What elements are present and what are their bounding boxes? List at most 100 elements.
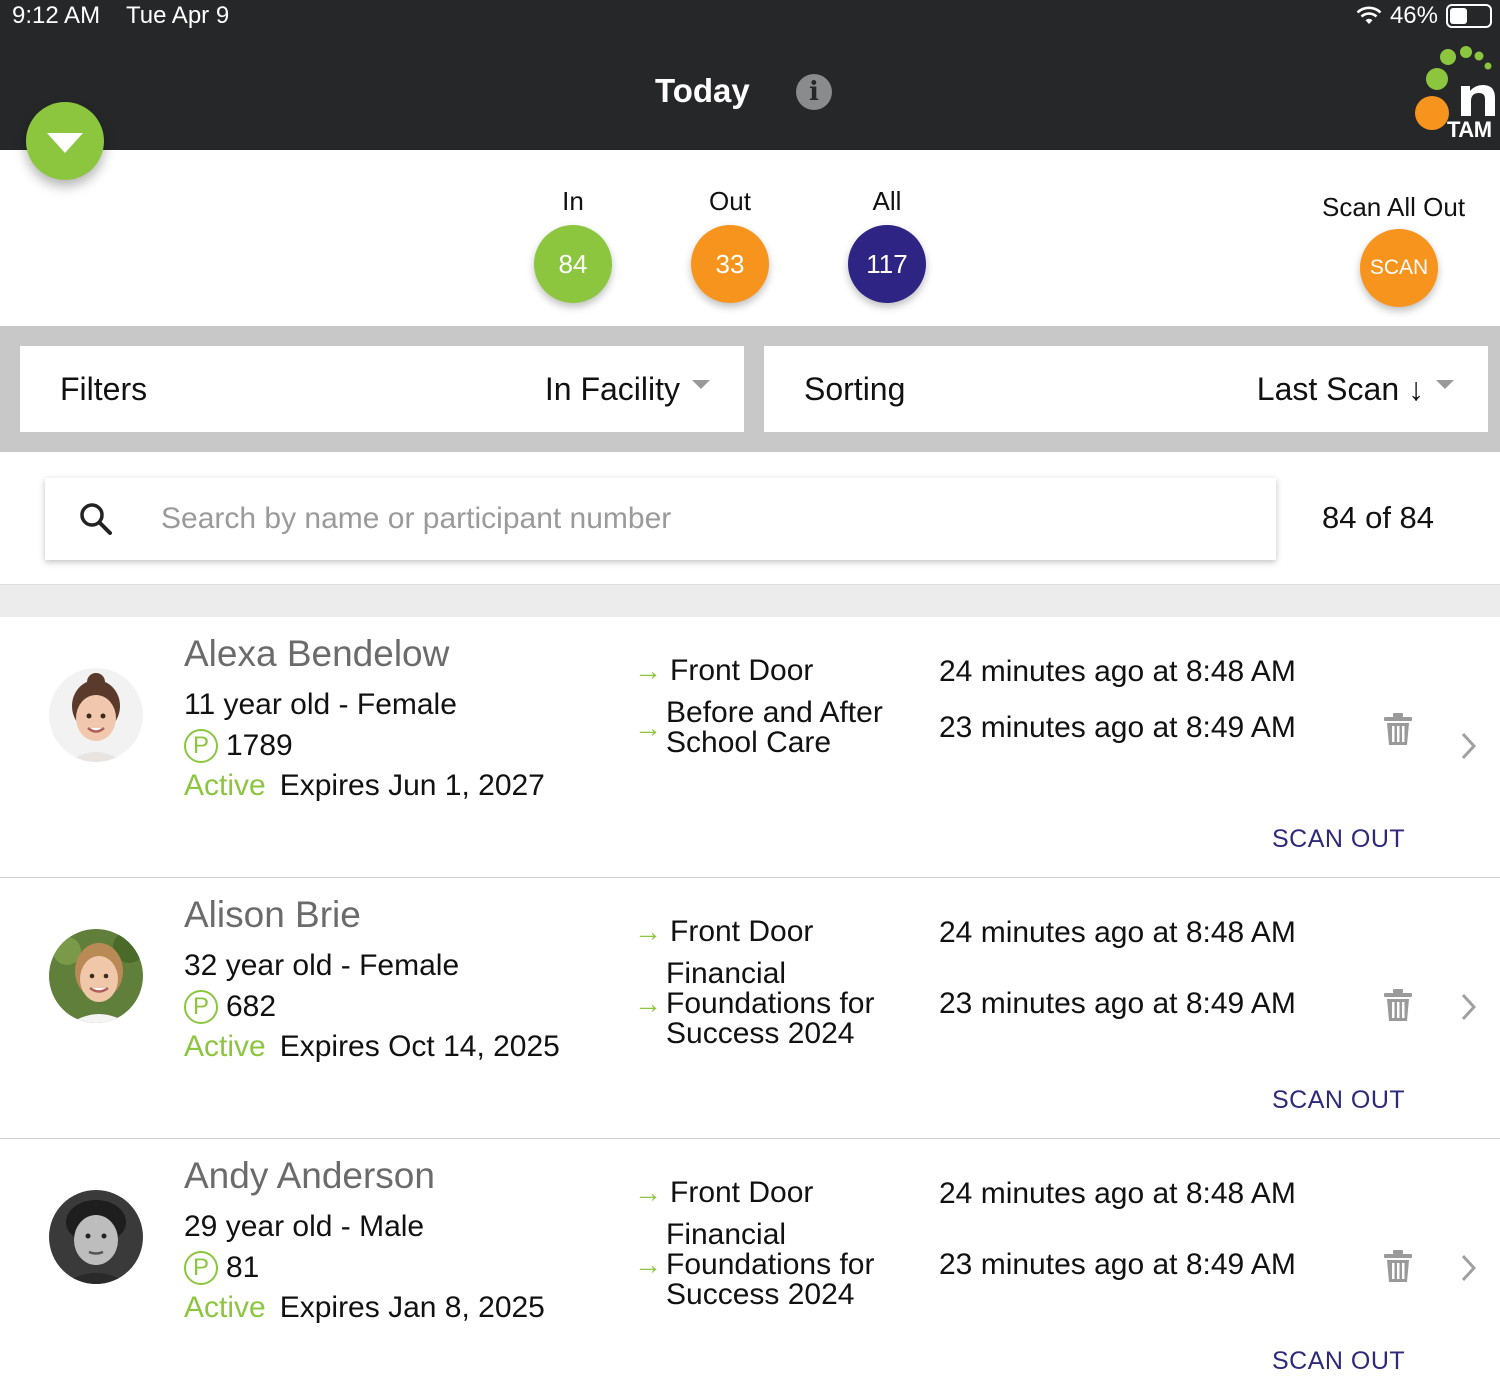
location-name: Front Door <box>670 1176 814 1209</box>
participant-name: Alison Brie <box>184 894 361 935</box>
status-badge: Active <box>184 1030 266 1063</box>
counter-out-label: Out <box>709 186 751 216</box>
search-box <box>45 478 1276 560</box>
counter-all-label: All <box>872 186 902 216</box>
battery-level <box>1450 8 1467 24</box>
participant-number: 1789 <box>226 729 293 762</box>
result-count: 84 of 84 <box>1322 500 1435 535</box>
expiry-date: Expires Oct 14, 2025 <box>279 1030 560 1063</box>
sorting-label: Sorting <box>804 370 906 407</box>
scan-time: 23 minutes ago at 8:49 AM <box>939 711 1296 744</box>
participant-row[interactable]: Alison Brie 32 year old - Female P 682 A… <box>0 878 1500 1139</box>
app-header: 9:12 AM Tue Apr 9 46% Today i TAM <box>0 0 1500 150</box>
trash-icon[interactable] <box>1382 1249 1414 1283</box>
scan-time: 23 minutes ago at 8:49 AM <box>939 1248 1296 1281</box>
arrow-right-icon: → <box>634 988 662 1019</box>
arrow-right-icon: → <box>634 916 662 947</box>
participant-row[interactable]: Alexa Bendelow 11 year old - Female P 17… <box>0 617 1500 878</box>
participant-details: 32 year old - Female <box>184 949 460 982</box>
location-name: Financial Foundations for Success 2024 <box>666 957 875 1050</box>
arrow-right-icon: → <box>634 1177 662 1208</box>
counter-all[interactable]: All 117 <box>848 186 926 303</box>
location-name: Front Door <box>670 654 814 687</box>
avatar <box>49 929 143 1023</box>
chevron-right-icon[interactable] <box>1458 991 1480 1023</box>
scan-location: → Financial Foundations for Success 2024 <box>634 959 906 1049</box>
participant-name: Andy Anderson <box>184 1155 435 1196</box>
scan-location: → Financial Foundations for Success 2024 <box>634 1220 906 1310</box>
arrow-right-icon: → <box>634 1249 662 1280</box>
scan-time: 23 minutes ago at 8:49 AM <box>939 987 1296 1020</box>
scan-time: 24 minutes ago at 8:48 AM <box>939 655 1296 688</box>
scan-location: → Front Door <box>634 655 813 687</box>
counter-all-value: 117 <box>848 225 926 303</box>
counter-in[interactable]: In 84 <box>534 186 612 303</box>
status-date: Tue Apr 9 <box>126 2 230 29</box>
sorting-dropdown[interactable]: Sorting Last Scan ↓ <box>764 346 1488 432</box>
avatar <box>49 668 143 762</box>
chevron-right-icon[interactable] <box>1458 1252 1480 1284</box>
participant-id: P 1789 <box>184 729 293 763</box>
scan-time: 24 minutes ago at 8:48 AM <box>939 1177 1296 1210</box>
arrow-right-icon: → <box>634 712 662 743</box>
caret-down-icon <box>692 379 710 389</box>
participant-id: P 81 <box>184 1251 259 1285</box>
counter-out[interactable]: Out 33 <box>691 186 769 303</box>
arrow-right-icon: → <box>634 655 662 686</box>
filters-value: In Facility <box>544 370 680 407</box>
membership-status: Active Expires Jun 1, 2027 <box>184 769 545 803</box>
expiry-date: Expires Jan 8, 2025 <box>279 1291 545 1324</box>
avatar <box>49 1190 143 1284</box>
location-name: Before and After School Care <box>666 696 883 759</box>
location-name: Financial Foundations for Success 2024 <box>666 1218 875 1311</box>
counter-in-value: 84 <box>534 225 612 303</box>
status-badge: Active <box>184 1291 266 1324</box>
participant-id: P 682 <box>184 990 276 1024</box>
filters-label: Filters <box>60 370 148 407</box>
participant-details: 29 year old - Male <box>184 1210 425 1243</box>
chevron-right-icon[interactable] <box>1458 730 1480 762</box>
trash-icon[interactable] <box>1382 712 1414 746</box>
participant-row[interactable]: Andy Anderson 29 year old - Male P 81 Ac… <box>0 1139 1500 1388</box>
participant-details: 11 year old - Female <box>184 688 457 721</box>
scan-time: 24 minutes ago at 8:48 AM <box>939 916 1296 949</box>
status-time: 9:12 AM <box>12 2 101 29</box>
caret-down-icon <box>1436 379 1454 389</box>
list-divider <box>0 584 1500 617</box>
sorting-value: Last Scan ↓ <box>1256 370 1424 407</box>
battery-icon <box>1446 4 1492 28</box>
counter-in-label: In <box>562 186 584 216</box>
scan-all-out-label: Scan All Out <box>1322 192 1466 222</box>
logo-text: TAM <box>1447 117 1492 142</box>
participant-badge-icon: P <box>184 990 218 1024</box>
participant-name: Alexa Bendelow <box>184 633 450 674</box>
trash-icon[interactable] <box>1382 988 1414 1022</box>
scan-all-out-button[interactable]: SCAN <box>1360 229 1438 307</box>
battery-percent: 46% <box>1389 2 1438 29</box>
wifi-icon <box>1356 6 1382 24</box>
scan-location: → Before and After School Care <box>634 698 906 758</box>
status-badge: Active <box>184 769 266 802</box>
search-icon <box>80 503 112 535</box>
counter-out-value: 33 <box>691 225 769 303</box>
status-indicators: 46% <box>1356 2 1492 30</box>
membership-status: Active Expires Jan 8, 2025 <box>184 1291 545 1325</box>
participant-number: 682 <box>226 990 277 1023</box>
scan-out-button[interactable]: SCAN OUT <box>1272 1347 1405 1376</box>
location-name: Front Door <box>670 915 814 948</box>
expiry-date: Expires Jun 1, 2027 <box>279 769 545 802</box>
menu-toggle-button[interactable] <box>26 102 104 180</box>
info-icon[interactable]: i <box>796 74 832 110</box>
scan-location: → Front Door <box>634 1177 813 1209</box>
chevron-down-icon <box>47 133 83 153</box>
page-title: Today <box>655 72 750 109</box>
search-input[interactable] <box>161 490 1241 548</box>
scan-out-button[interactable]: SCAN OUT <box>1272 1086 1405 1115</box>
membership-status: Active Expires Oct 14, 2025 <box>184 1030 560 1064</box>
participant-badge-icon: P <box>184 729 218 763</box>
participant-badge-icon: P <box>184 1251 218 1285</box>
filters-dropdown[interactable]: Filters In Facility <box>20 346 744 432</box>
scan-location: → Front Door <box>634 916 813 948</box>
participant-number: 81 <box>226 1251 260 1284</box>
scan-out-button[interactable]: SCAN OUT <box>1272 825 1405 854</box>
